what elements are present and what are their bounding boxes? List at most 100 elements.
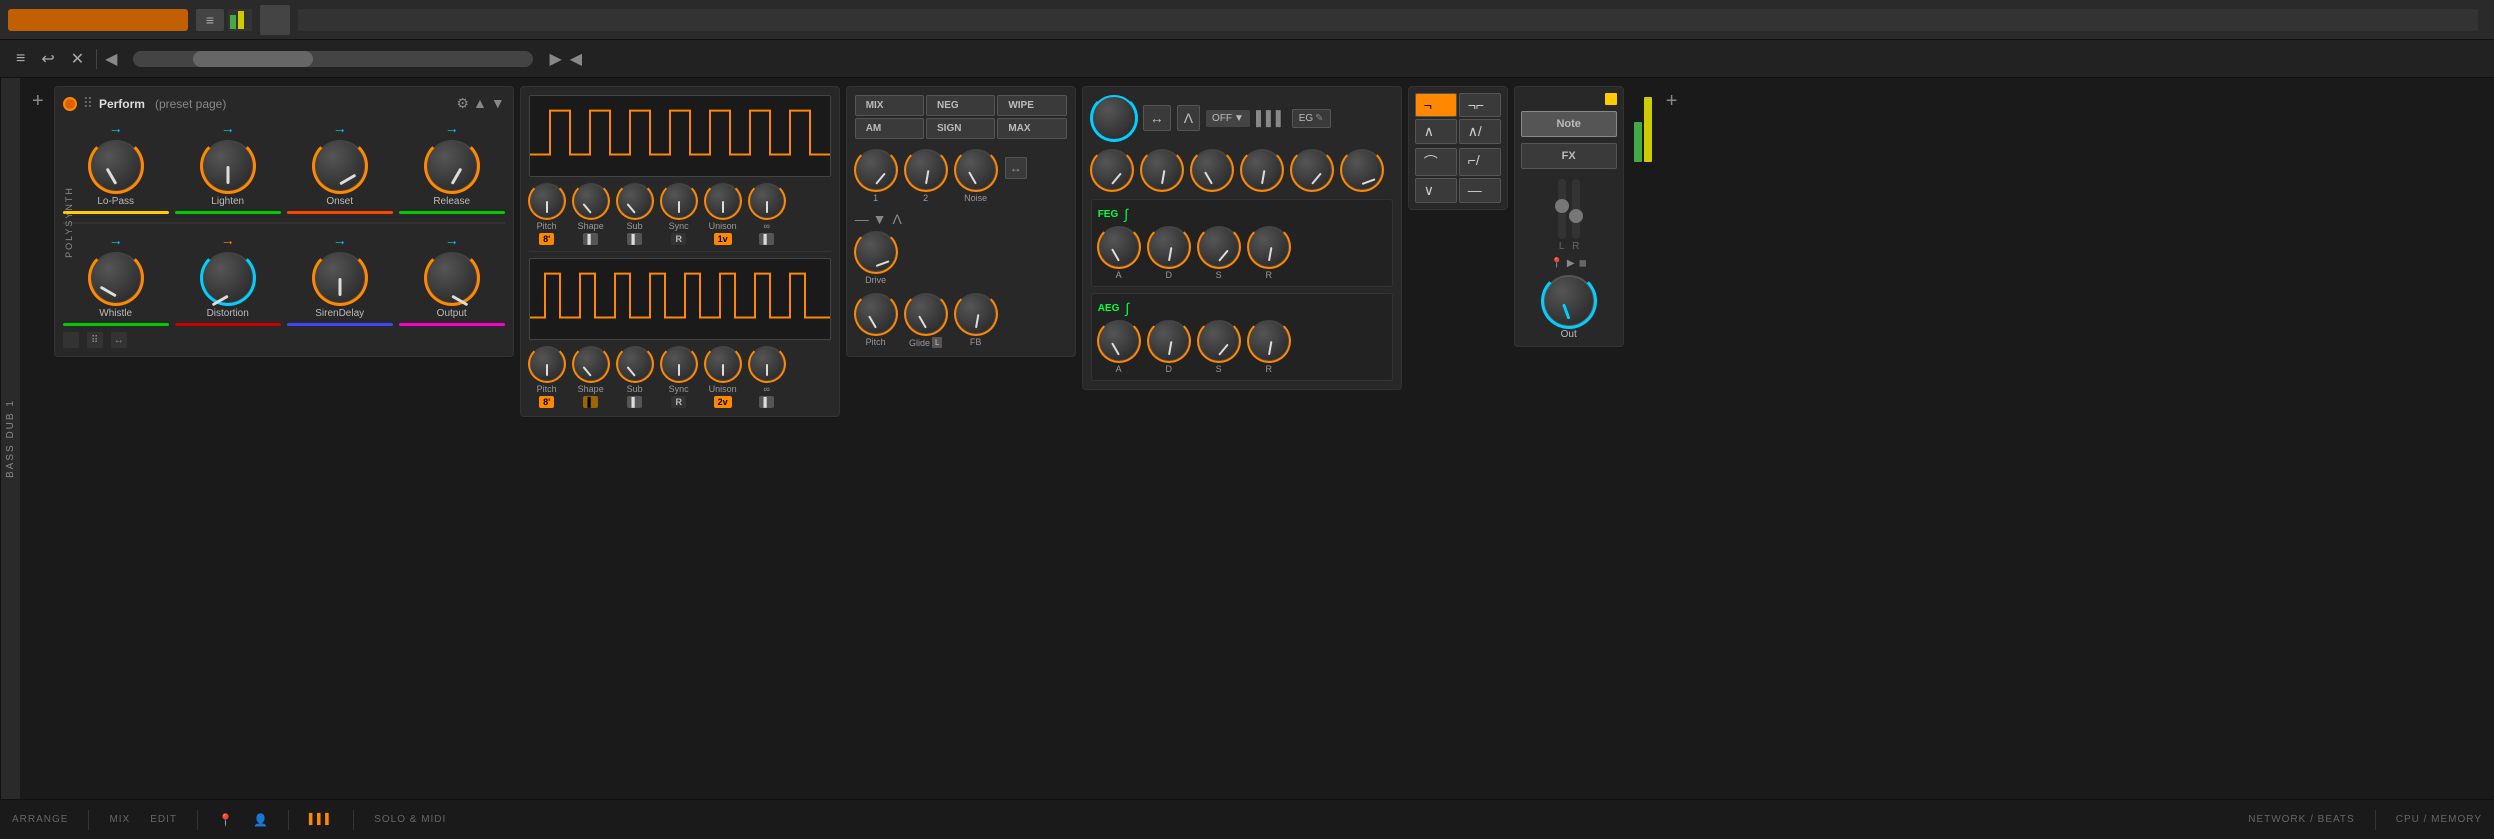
osc1-unison-knob[interactable]	[705, 183, 741, 219]
waveform-btn-neg[interactable]: ¬	[1415, 93, 1457, 117]
mix-btn-mix[interactable]: MIX	[855, 95, 924, 116]
back-arrow-2[interactable]: ◀	[570, 49, 582, 69]
feg-shape-icon[interactable]: ∫	[1124, 206, 1128, 222]
osc1-sync-value[interactable]: R	[671, 233, 686, 245]
osc2-shape-value[interactable]: ▌	[583, 396, 597, 408]
menu-icon[interactable]: ≡	[196, 9, 224, 31]
waveform-btn-flat[interactable]: —	[1459, 178, 1501, 203]
osc1-shape-knob[interactable]	[573, 183, 609, 219]
add-left-button[interactable]: +	[28, 86, 48, 117]
output-knob[interactable]	[426, 252, 478, 304]
osc2-sub-value[interactable]: ▌	[627, 396, 641, 408]
bottom-pin-icon[interactable]: 📍	[218, 813, 233, 827]
dash-arrow-icon[interactable]: — ▼	[855, 211, 887, 227]
link-icon-btn[interactable]: ↔	[1143, 105, 1171, 131]
note-button[interactable]: Note	[1521, 111, 1617, 137]
arrow-icon-bottom[interactable]: ↔	[111, 332, 127, 348]
osc1-inf-knob[interactable]	[749, 183, 785, 219]
feg-a-knob[interactable]	[1098, 226, 1140, 268]
waveform-btn-hill[interactable]: ⌒	[1415, 148, 1457, 176]
osc1-pitch-value[interactable]: 8'	[539, 233, 554, 245]
drive-knob[interactable]	[855, 231, 897, 273]
fx-knob-5[interactable]	[1291, 149, 1333, 191]
mix-btn-am[interactable]: AM	[855, 118, 924, 139]
bottom-arrange-btn[interactable]: ARRANGE	[12, 814, 68, 825]
mix-noise-knob[interactable]	[955, 149, 997, 191]
stop-icon[interactable]: ◼	[1579, 258, 1587, 269]
page-icon[interactable]	[63, 332, 79, 348]
release-knob[interactable]	[426, 140, 478, 192]
fx-knob-4[interactable]	[1241, 149, 1283, 191]
bottom-cpu-btn[interactable]: CPU / MEMORY	[2396, 814, 2482, 825]
bottom-mix-btn[interactable]: MIX	[109, 814, 130, 825]
distortion-knob[interactable]	[202, 252, 254, 304]
bottom-net-btn[interactable]: NETWORK / BEATS	[2248, 814, 2355, 825]
waveform-btn-valley[interactable]: ∨	[1415, 178, 1457, 203]
osc2-shape-knob[interactable]	[573, 346, 609, 382]
lambda-icon[interactable]: Λ	[892, 211, 901, 227]
fx-knob-6[interactable]	[1341, 149, 1383, 191]
sirendelay-knob[interactable]	[314, 252, 366, 304]
fx-knob-2[interactable]	[1141, 149, 1183, 191]
whistle-knob[interactable]	[90, 252, 142, 304]
down-arrow-icon[interactable]: ▼	[491, 95, 505, 112]
list-icon[interactable]: ≡	[12, 46, 29, 72]
osc1-inf-value[interactable]: ▌	[759, 233, 773, 245]
osc2-unison-knob[interactable]	[705, 346, 741, 382]
mix-btn-sign[interactable]: SIGN	[926, 118, 995, 139]
osc2-unison-value[interactable]: 2v	[714, 396, 732, 408]
feg-r-knob[interactable]	[1248, 226, 1290, 268]
glide-knob[interactable]	[905, 293, 947, 335]
play-icon[interactable]: ▶	[1567, 258, 1575, 269]
onset-knob[interactable]	[314, 140, 366, 192]
grid-icon[interactable]: ▌▌▌	[1256, 110, 1286, 126]
glide-l-badge[interactable]: L	[932, 337, 942, 348]
osc2-inf-knob[interactable]	[749, 346, 785, 382]
osc1-sub-knob[interactable]	[617, 183, 653, 219]
osc2-pitch-value[interactable]: 8'	[539, 396, 554, 408]
fb-knob[interactable]	[955, 293, 997, 335]
osc1-sync-knob[interactable]	[661, 183, 697, 219]
aeg-s-knob[interactable]	[1198, 320, 1240, 362]
osc1-sub-value[interactable]: ▌	[627, 233, 641, 245]
aeg-a-knob[interactable]	[1098, 320, 1140, 362]
mix-btn-wipe[interactable]: WIPE	[997, 95, 1066, 116]
out-knob[interactable]	[1543, 275, 1595, 327]
pitch-knob[interactable]	[855, 293, 897, 335]
timeline[interactable]	[298, 9, 2478, 31]
l-slider[interactable]	[1558, 179, 1566, 239]
osc1-unison-value[interactable]: 1v	[714, 233, 732, 245]
fx-knob-1[interactable]	[1091, 149, 1133, 191]
mix-knob-2[interactable]	[905, 149, 947, 191]
osc2-sub-knob[interactable]	[617, 346, 653, 382]
lambda-btn[interactable]: Λ	[1177, 105, 1200, 131]
osc2-inf-value[interactable]: ▌	[759, 396, 773, 408]
lighten-knob[interactable]	[202, 140, 254, 192]
waveform-btn-tri2[interactable]: ∧/	[1459, 119, 1501, 144]
osc2-sync-knob[interactable]	[661, 346, 697, 382]
dots-icon[interactable]: ⠿	[87, 332, 103, 348]
fwd-arrow[interactable]: ▶	[549, 49, 561, 69]
osc2-pitch-knob[interactable]	[529, 346, 565, 382]
osc1-pitch-knob[interactable]	[529, 183, 565, 219]
track-name-bar[interactable]	[8, 9, 188, 31]
up-arrow-icon[interactable]: ▲	[473, 95, 487, 112]
fx-cyan-knob[interactable]	[1091, 95, 1137, 141]
eg-btn[interactable]: EG ✎	[1292, 109, 1331, 128]
link-button[interactable]: ↔	[1005, 157, 1027, 179]
mix-knob-1[interactable]	[855, 149, 897, 191]
off-dropdown[interactable]: OFF ▼	[1206, 110, 1250, 127]
aeg-r-knob[interactable]	[1248, 320, 1290, 362]
back-arrow[interactable]: ◀	[105, 49, 117, 69]
bottom-piano-btn[interactable]: SOLO & MIDI	[374, 814, 446, 825]
bottom-orange-btn[interactable]: ▌▌▌	[309, 814, 333, 825]
osc2-sync-value[interactable]: R	[671, 396, 686, 408]
waveform-btn-slash[interactable]: ⌐/	[1459, 148, 1501, 176]
power-button[interactable]	[63, 97, 77, 111]
feg-d-knob[interactable]	[1148, 226, 1190, 268]
aeg-d-knob[interactable]	[1148, 320, 1190, 362]
settings-icon[interactable]: ⚙	[456, 95, 469, 112]
mix-btn-neg[interactable]: NEG	[926, 95, 995, 116]
add-right-button[interactable]: +	[1662, 86, 1682, 117]
bottom-edit-btn[interactable]: EDIT	[150, 814, 177, 825]
